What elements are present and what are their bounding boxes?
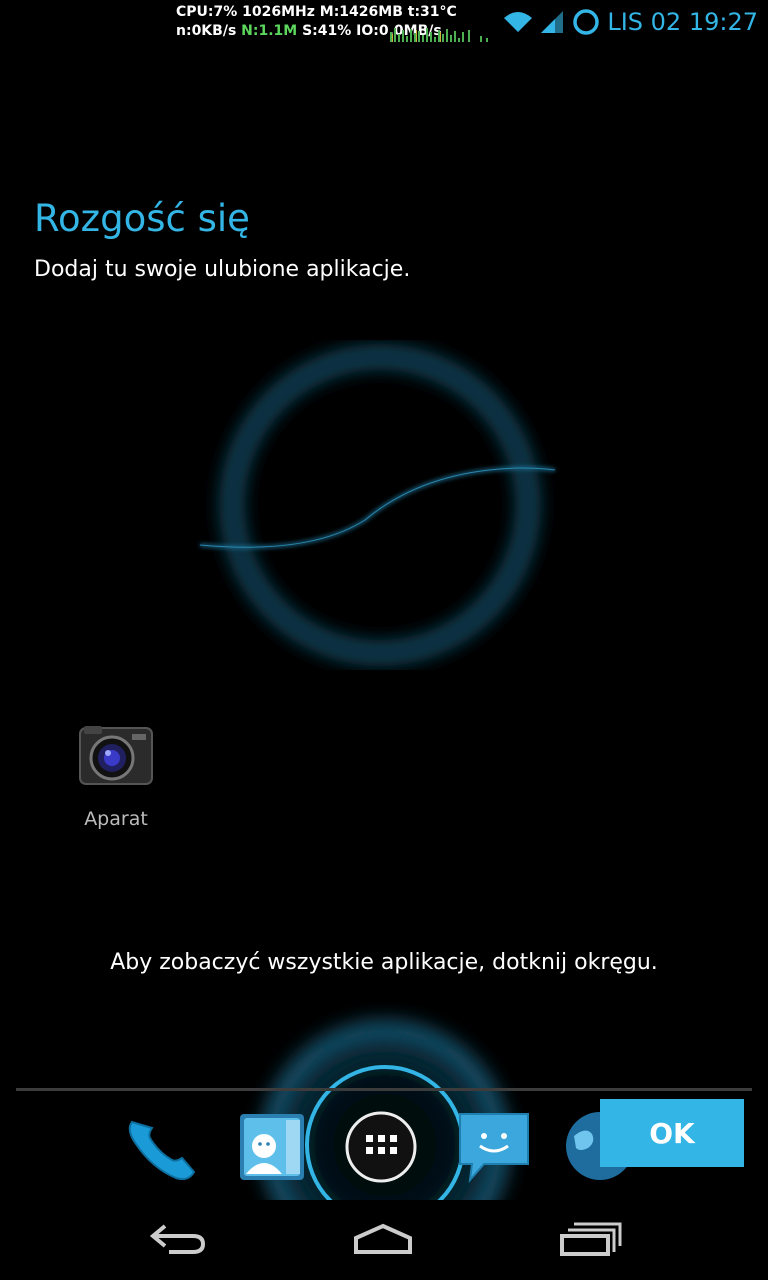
welcome-subtitle: Dodaj tu swoje ulubione aplikacje.: [34, 257, 411, 282]
wifi-icon: [504, 12, 533, 32]
back-icon: [149, 1224, 206, 1254]
messaging-icon: [459, 1113, 529, 1184]
clock: LIS 02 19:27: [607, 8, 758, 36]
ok-button[interactable]: OK: [600, 1099, 744, 1167]
camera-icon: [79, 726, 153, 785]
nav-recents-button[interactable]: [558, 1218, 628, 1262]
intro-ring-decoration: [199, 344, 556, 666]
dock-contacts[interactable]: [234, 1108, 310, 1184]
net-rate: n:0KB/s: [176, 23, 242, 39]
signal-icon: [541, 11, 564, 33]
hint-text: Aby zobaczyć wszystkie aplikacje, dotkni…: [110, 950, 658, 975]
all-apps-icon: [345, 1111, 417, 1183]
dock-divider: [16, 1088, 752, 1091]
nav-home-button[interactable]: [350, 1218, 420, 1262]
app-camera-label: Aparat: [84, 808, 148, 830]
net-total: N:1.1M: [241, 23, 298, 39]
status-icons: LIS 02 19:27: [503, 6, 758, 38]
welcome-title: Rozgość się: [34, 197, 250, 240]
loading-icon: [573, 9, 600, 35]
app-camera[interactable]: [74, 720, 158, 794]
recents-icon: [560, 1222, 622, 1256]
nav-back-button[interactable]: [145, 1218, 215, 1262]
activity-bars: [390, 28, 488, 42]
dock-messaging[interactable]: [456, 1108, 532, 1184]
status-bar: CPU:7% 1026MHz M:1426MB t:31°C n:0KB/s N…: [0, 0, 768, 44]
stats-line-1: CPU:7% 1026MHz M:1426MB t:31°C: [176, 4, 457, 20]
home-icon: [354, 1223, 412, 1254]
all-apps-button[interactable]: [344, 1110, 418, 1184]
dock-phone[interactable]: [122, 1108, 198, 1184]
phone-icon: [128, 1120, 196, 1181]
contacts-icon: [240, 1114, 304, 1180]
